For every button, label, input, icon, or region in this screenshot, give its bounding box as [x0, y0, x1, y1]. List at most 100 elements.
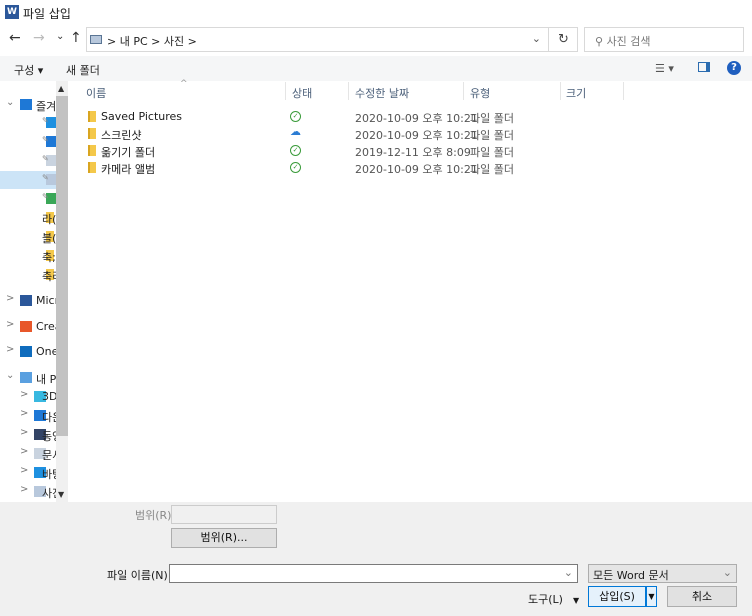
- sidebar-item[interactable]: 라(: [0, 209, 56, 227]
- search-input[interactable]: ⚲ 사진 검색: [584, 27, 744, 52]
- sidebar-item[interactable]: 축;: [0, 247, 56, 265]
- pin-icon[interactable]: ✎: [42, 154, 49, 163]
- pin-icon[interactable]: ✎: [42, 192, 49, 201]
- file-type-select[interactable]: 모든 Word 문서 ⌄: [588, 564, 737, 583]
- chevron-right-icon[interactable]: >: [6, 293, 14, 304]
- sidebar-item[interactable]: ✎: [0, 133, 56, 151]
- sidebar-item-label: 동영: [42, 430, 56, 443]
- chevron-right-icon[interactable]: >: [20, 408, 28, 419]
- chevron-down-icon[interactable]: ⌄: [532, 32, 541, 45]
- column-divider[interactable]: [463, 82, 464, 100]
- breadcrumb[interactable]: > 내 PC > 사진 >: [107, 33, 197, 49]
- sidebar-item[interactable]: 블(: [0, 228, 56, 246]
- sidebar-item-label: 내 P: [36, 373, 56, 386]
- sidebar-item[interactable]: > 사진: [0, 483, 56, 501]
- scroll-down-icon[interactable]: ▼: [58, 490, 64, 499]
- folder-icon: [88, 128, 96, 139]
- folder-icon: [88, 162, 96, 173]
- toolbar: [0, 56, 752, 81]
- sidebar-item-label: 즐겨: [36, 100, 56, 113]
- tools-button[interactable]: 도구(L) ▼: [528, 591, 579, 607]
- chevron-right-icon[interactable]: >: [20, 427, 28, 438]
- pictures-icon: [90, 35, 102, 44]
- insert-options-dropdown[interactable]: ▼: [646, 586, 657, 607]
- pin-icon[interactable]: ✎: [42, 173, 49, 182]
- sidebar-item-label: 바탕: [42, 468, 56, 481]
- file-type: 파일 폴더: [470, 129, 514, 142]
- navigation-pane: ⌄즐겨✎✎✎✎✎라(블(축;축리>Micr>Crea>One⌄내 P>3D>다운…: [0, 81, 56, 502]
- range-label: 범위(R):: [135, 509, 176, 522]
- file-row[interactable]: Saved Pictures ✓ 2020-10-09 오후 10:21 파일 …: [80, 108, 550, 125]
- folder-icon: [88, 111, 96, 122]
- file-type: 파일 폴더: [470, 146, 514, 159]
- file-modified: 2019-12-11 오후 8:09: [355, 146, 471, 159]
- range-button[interactable]: 범위(R)...: [171, 528, 277, 548]
- column-header-status[interactable]: 상태: [292, 85, 312, 101]
- up-button[interactable]: ↑: [70, 30, 82, 46]
- sidebar-item[interactable]: > 다운: [0, 407, 56, 425]
- refresh-button[interactable]: ↻: [548, 27, 578, 52]
- forward-button[interactable]: →: [33, 30, 45, 46]
- cancel-button[interactable]: 취소: [667, 586, 737, 607]
- sidebar-item[interactable]: > One: [0, 343, 56, 361]
- sidebar-item[interactable]: ⌄ 내 P: [0, 369, 56, 387]
- column-divider[interactable]: [348, 82, 349, 100]
- chevron-right-icon[interactable]: >: [6, 319, 14, 330]
- filename-input[interactable]: ⌄: [169, 564, 578, 583]
- back-button[interactable]: ←: [9, 30, 21, 46]
- cloud-icon: ☁: [290, 125, 301, 138]
- organize-button[interactable]: 구성 ▾: [14, 62, 43, 78]
- scrollbar-thumb[interactable]: [56, 96, 68, 436]
- pin-icon[interactable]: ✎: [42, 135, 49, 144]
- sidebar-item[interactable]: > Crea: [0, 318, 56, 336]
- sidebar-item[interactable]: >3D: [0, 388, 56, 406]
- column-header-modified[interactable]: 수정한 날짜: [355, 85, 409, 101]
- column-header-size[interactable]: 크기: [566, 85, 586, 101]
- sidebar-item[interactable]: > 바탕: [0, 464, 56, 482]
- sidebar-item[interactable]: ✎: [0, 190, 56, 208]
- column-header-name[interactable]: 이름: [86, 85, 106, 101]
- file-modified: 2020-10-09 오후 10:21: [355, 163, 478, 176]
- chevron-down-icon[interactable]: ⌄: [6, 97, 14, 108]
- column-divider[interactable]: [285, 82, 286, 100]
- view-options-icon[interactable]: ☰ ▾: [655, 62, 674, 75]
- chevron-down-icon[interactable]: ⌄: [6, 370, 14, 381]
- file-modified: 2020-10-09 오후 10:21: [355, 129, 478, 142]
- chevron-right-icon[interactable]: >: [20, 389, 28, 400]
- file-name: 카메라 앨범: [101, 163, 156, 176]
- address-bar[interactable]: > 내 PC > 사진 > ⌄: [86, 27, 578, 52]
- file-row[interactable]: 옮기기 폴더 ✓ 2019-12-11 오후 8:09 파일 폴더: [80, 142, 550, 159]
- sidebar-item-label: Crea: [36, 320, 56, 333]
- help-icon[interactable]: ?: [727, 61, 741, 75]
- sidebar-item[interactable]: > 동영: [0, 426, 56, 444]
- sidebar-item[interactable]: ✎: [0, 171, 56, 189]
- sidebar-item[interactable]: ✎: [0, 152, 56, 170]
- file-type: 파일 폴더: [470, 112, 514, 125]
- sidebar-item[interactable]: > Micr: [0, 292, 56, 310]
- sidebar-item[interactable]: ⌄ 즐겨: [0, 96, 56, 114]
- chevron-right-icon[interactable]: >: [6, 344, 14, 355]
- column-header-type[interactable]: 유형: [470, 85, 490, 101]
- sort-ascending-icon: ^: [180, 79, 188, 89]
- scroll-up-icon[interactable]: ▲: [58, 84, 64, 93]
- preview-pane-icon[interactable]: [698, 62, 710, 72]
- sidebar-item-label: 블(: [42, 232, 56, 245]
- pin-icon[interactable]: ✎: [42, 116, 49, 125]
- star-icon: [20, 99, 32, 110]
- column-divider[interactable]: [623, 82, 624, 100]
- pc-icon: [20, 372, 32, 383]
- sidebar-item-label: 다운: [42, 411, 56, 424]
- new-folder-button[interactable]: 새 폴더: [66, 62, 100, 78]
- sidebar-item[interactable]: ✎: [0, 114, 56, 132]
- chevron-right-icon[interactable]: >: [20, 484, 28, 495]
- file-row[interactable]: 스크린샷 ☁ 2020-10-09 오후 10:21 파일 폴더: [80, 125, 550, 142]
- chevron-down-icon[interactable]: ⌄: [564, 566, 573, 579]
- chevron-right-icon[interactable]: >: [20, 446, 28, 457]
- sidebar-item[interactable]: > 문서: [0, 445, 56, 463]
- column-divider[interactable]: [560, 82, 561, 100]
- chevron-right-icon[interactable]: >: [20, 465, 28, 476]
- sidebar-item[interactable]: 축리: [0, 266, 56, 284]
- insert-button[interactable]: 삽입(S): [588, 586, 646, 607]
- file-row[interactable]: 카메라 앨범 ✓ 2020-10-09 오후 10:21 파일 폴더: [80, 159, 550, 176]
- recent-locations-button[interactable]: ⌄: [56, 31, 64, 42]
